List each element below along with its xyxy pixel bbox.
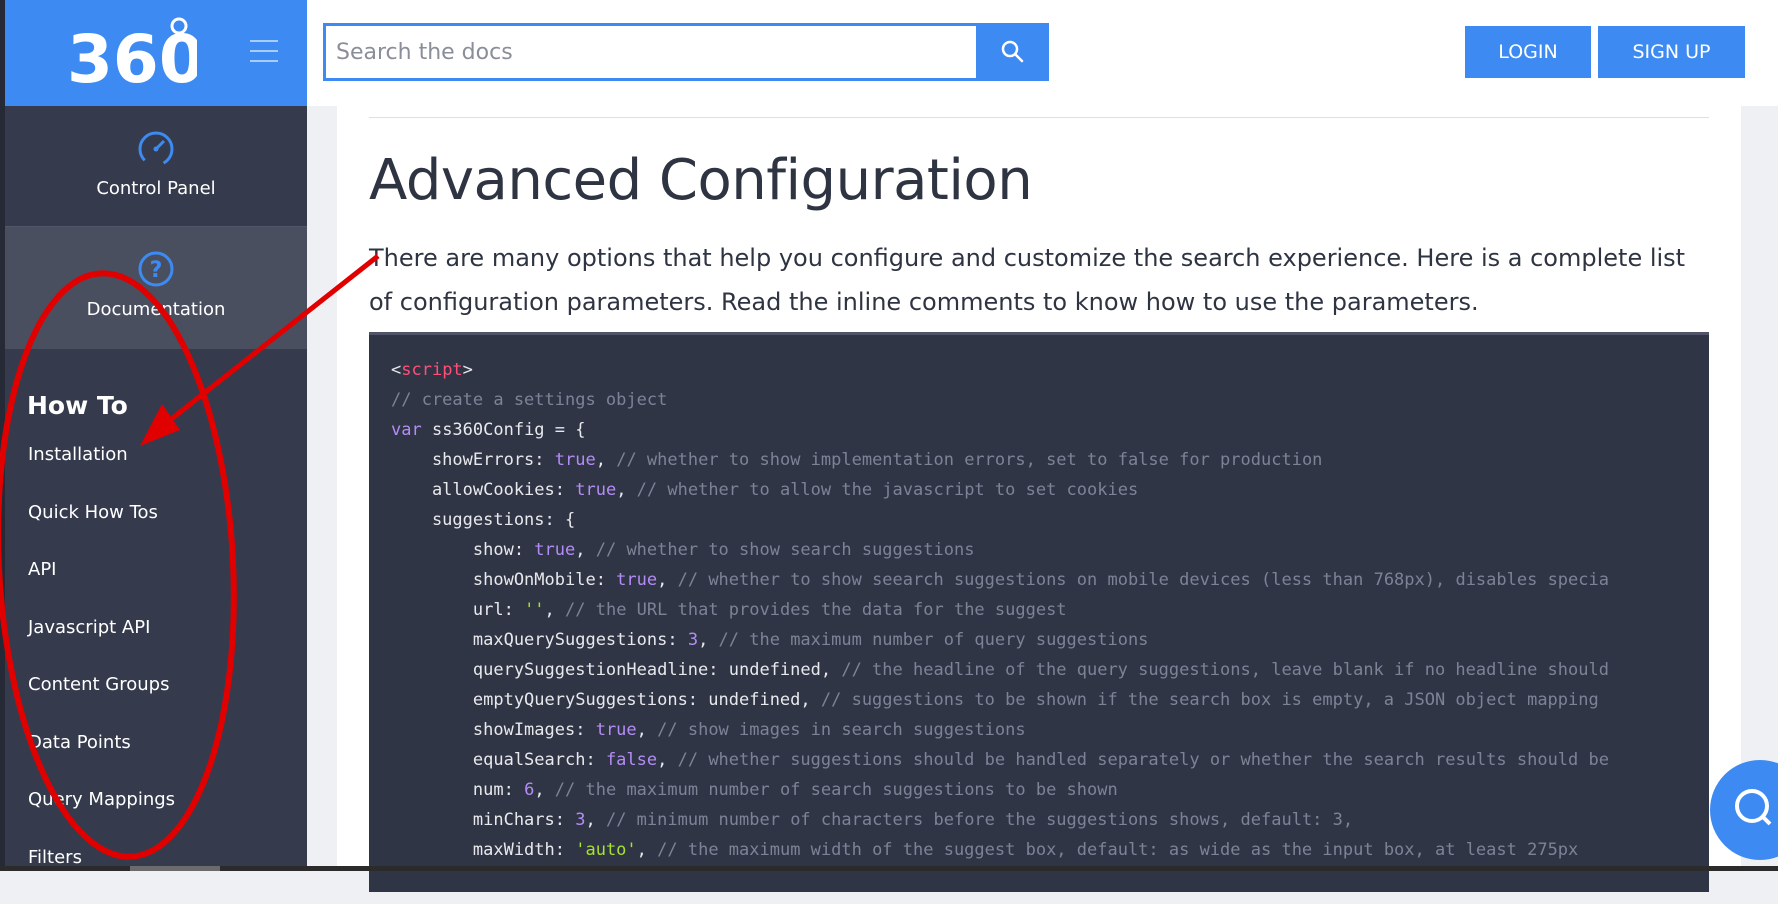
code-line: allowCookies: true, // whether to allow …: [391, 475, 1138, 505]
nav-item-content-groups[interactable]: Content Groups: [28, 674, 175, 732]
code-block[interactable]: <script>// create a settings objectvar s…: [369, 332, 1709, 892]
horizontal-scrollbar[interactable]: [0, 866, 1778, 871]
search-button[interactable]: [976, 23, 1049, 81]
code-line: suggestions: {: [391, 505, 575, 535]
control-panel-label: Control Panel: [5, 178, 307, 199]
search-input[interactable]: [326, 26, 974, 78]
code-line: querySuggestionHeadline: undefined, // t…: [391, 655, 1609, 685]
code-line: showOnMobile: true, // whether to show s…: [391, 565, 1609, 595]
sidebar: 360 Control Panel ? Documentation How To…: [0, 0, 307, 871]
nav-item-data-points[interactable]: Data Points: [28, 732, 175, 790]
documentation-label: Documentation: [5, 299, 307, 320]
top-header: LOGIN SIGN UP: [307, 0, 1778, 106]
code-line: maxWidth: 'auto', // the maximum width o…: [391, 835, 1578, 865]
code-line: showErrors: true, // whether to show imp…: [391, 445, 1322, 475]
section-title: How To: [27, 391, 128, 420]
speedometer-icon: [136, 128, 176, 168]
question-circle-icon: ?: [136, 249, 176, 289]
site-logo[interactable]: 360: [67, 14, 197, 92]
code-line: url: '', // the URL that provides the da…: [391, 595, 1067, 625]
code-line: emptyQuerySuggestions: undefined, // sug…: [391, 685, 1599, 715]
content-card: Advanced Configuration There are many op…: [337, 106, 1741, 871]
nav-item-filters[interactable]: Filters: [28, 847, 175, 904]
search-icon: [1000, 39, 1024, 63]
login-button[interactable]: LOGIN: [1465, 26, 1591, 78]
code-line: minChars: 3, // minimum number of charac…: [391, 805, 1353, 835]
nav-item-quick-how-tos[interactable]: Quick How Tos: [28, 502, 175, 560]
nav-item-javascript-api[interactable]: Javascript API: [28, 617, 175, 675]
chat-icon: [1732, 786, 1772, 826]
nav-documentation[interactable]: ? Documentation: [5, 227, 307, 349]
code-line: maxQuerySuggestions: 3, // the maximum n…: [391, 625, 1148, 655]
nav-control-panel[interactable]: Control Panel: [5, 106, 307, 226]
signup-button[interactable]: SIGN UP: [1598, 26, 1745, 78]
code-line: equalSearch: false, // whether suggestio…: [391, 745, 1609, 775]
logo-bar: 360: [5, 0, 307, 106]
code-line: show: true, // whether to show search su…: [391, 535, 974, 565]
code-line: num: 6, // the maximum number of search …: [391, 775, 1118, 805]
code-line: var ss360Config = {: [391, 415, 585, 445]
scrollbar-thumb[interactable]: [130, 866, 220, 871]
code-line: // create a settings object: [391, 385, 667, 415]
nav-item-query-mappings[interactable]: Query Mappings: [28, 789, 175, 847]
intro-text: There are many options that help you con…: [369, 236, 1714, 324]
code-line: showImages: true, // show images in sear…: [391, 715, 1026, 745]
code-line: <script>: [391, 355, 473, 385]
nav-item-installation[interactable]: Installation: [28, 444, 175, 502]
search-box: [323, 23, 1049, 81]
svg-text:?: ?: [150, 258, 163, 283]
nav-item-api[interactable]: API: [28, 559, 175, 617]
divider: [369, 117, 1709, 118]
howto-nav: Installation Quick How Tos API Javascrip…: [28, 444, 175, 904]
menu-toggle-icon[interactable]: [250, 40, 278, 62]
page-title: Advanced Configuration: [369, 148, 1032, 213]
